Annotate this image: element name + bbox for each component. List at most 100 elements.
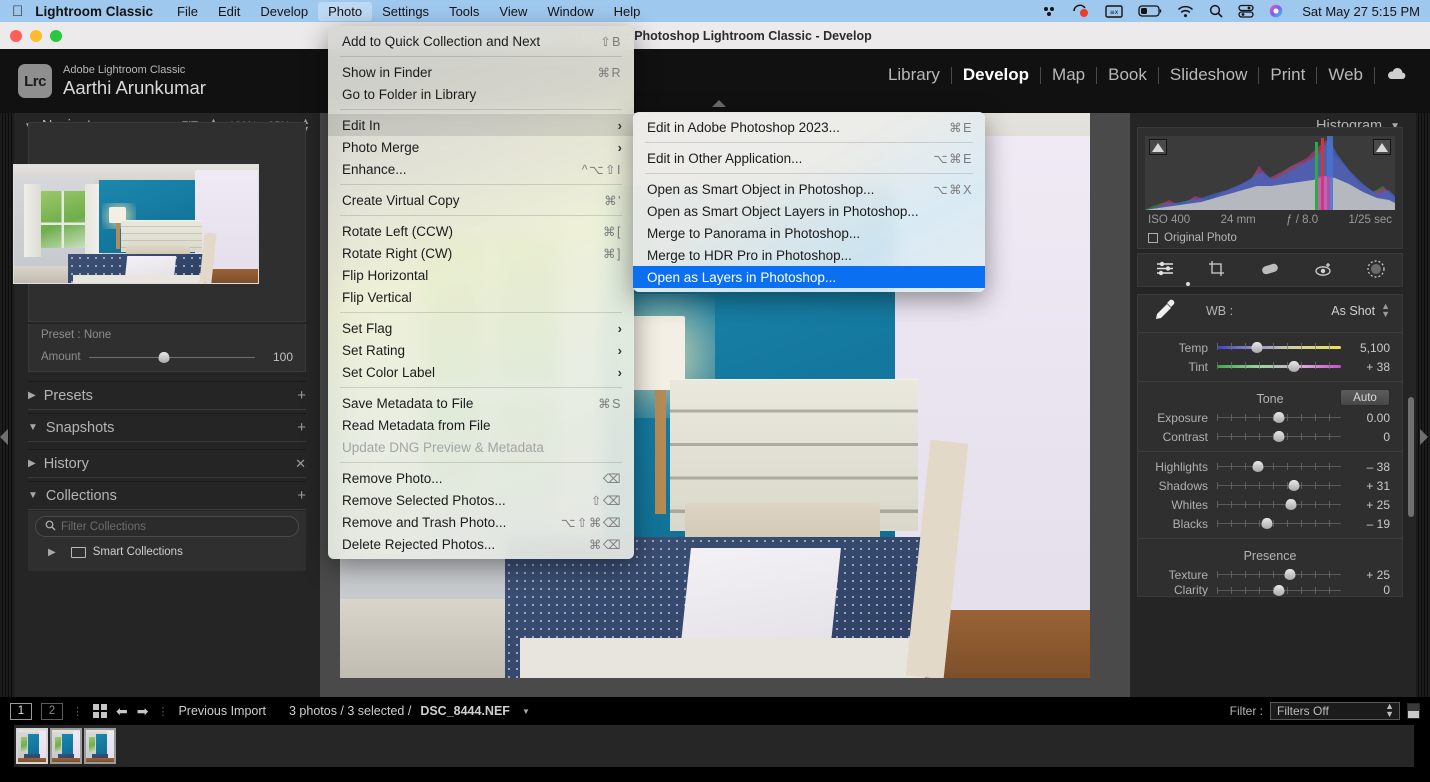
highlights-slider[interactable] [1217, 466, 1341, 467]
edit-in-item-merge-to-hdr-pro-in-photoshop[interactable]: Merge to HDR Pro in Photoshop... [633, 244, 985, 266]
module-web[interactable]: Web [1317, 65, 1374, 85]
right-panel-scrollbar[interactable] [1408, 397, 1414, 517]
photo-menu-item-set-color-label[interactable]: Set Color Label› [328, 361, 634, 383]
list-item[interactable] [50, 728, 82, 764]
sidebar-item-presets[interactable]: ▶ Presets + [28, 381, 306, 410]
highlights-slider-knob[interactable] [1252, 461, 1263, 472]
original-photo-row[interactable]: Original Photo [1138, 226, 1402, 250]
edit-in-item-merge-to-panorama-in-photoshop[interactable]: Merge to Panorama in Photoshop... [633, 222, 985, 244]
left-panel-edge[interactable] [0, 113, 14, 697]
tint-value[interactable]: + 38 [1350, 360, 1390, 374]
photo-menu-item-remove-and-trash-photo[interactable]: Remove and Trash Photo...⌥⇧⌘⌫ [328, 511, 634, 533]
contrast-slider-knob[interactable] [1274, 431, 1285, 442]
whites-slider[interactable] [1217, 504, 1341, 505]
texture-value[interactable]: + 25 [1350, 568, 1390, 582]
list-item[interactable] [84, 728, 116, 764]
module-library[interactable]: Library [877, 65, 951, 85]
texture-slider[interactable] [1217, 574, 1341, 575]
edit-in-item-open-as-smart-object-in-photoshop[interactable]: Open as Smart Object in Photoshop...⌥⌘X [633, 178, 985, 200]
chevron-right-icon[interactable]: ▶ [28, 390, 36, 401]
wifi-icon[interactable] [1177, 5, 1194, 18]
photo-menu-item-set-flag[interactable]: Set Flag› [328, 317, 634, 339]
photo-menu-item-add-to-quick-collection-and-next[interactable]: Add to Quick Collection and Next⇧B [328, 30, 634, 52]
exif-aperture[interactable]: ƒ / 8.0 [1286, 214, 1318, 226]
original-photo-checkbox[interactable] [1148, 233, 1158, 243]
exif-shutter-speed[interactable]: 1/25 sec [1349, 214, 1392, 226]
wb-stepper-icon[interactable]: ▲▼ [1381, 303, 1390, 318]
filter-enable-switch[interactable] [1407, 703, 1420, 719]
auto-tone-button[interactable]: Auto [1340, 389, 1390, 406]
right-panel-collapse-arrow[interactable] [1420, 429, 1428, 445]
module-print[interactable]: Print [1259, 65, 1316, 85]
list-item-smart-collections[interactable]: ▶ Smart Collections [28, 542, 306, 562]
chevron-down-icon[interactable]: ▼ [28, 490, 38, 501]
menu-settings[interactable]: Settings [372, 2, 439, 21]
eyedropper-icon[interactable] [1150, 297, 1176, 326]
search-icon[interactable] [1209, 4, 1223, 18]
arrow-left-icon[interactable]: ⬅ [116, 703, 128, 720]
chevron-down-icon[interactable]: ▼ [28, 422, 38, 433]
crop-icon[interactable] [1208, 260, 1227, 280]
screen-2-button[interactable]: 2 [41, 703, 63, 720]
texture-slider-knob[interactable] [1285, 569, 1296, 580]
tint-slider-knob[interactable] [1288, 361, 1299, 372]
basic-adjust-icon[interactable] [1155, 260, 1175, 280]
cloud-icon[interactable] [1375, 65, 1414, 85]
screen-1-button[interactable]: 1 [10, 703, 32, 720]
plus-icon[interactable]: + [297, 387, 306, 404]
chevron-down-icon[interactable]: ▼ [522, 707, 530, 716]
highlight-clipping-icon[interactable] [1373, 139, 1391, 155]
control-center-icon[interactable] [1238, 4, 1254, 18]
photo-menu-item-set-rating[interactable]: Set Rating› [328, 339, 634, 361]
top-panel-toggle[interactable] [712, 100, 726, 107]
active-app-name[interactable]: Lightroom Classic [35, 4, 153, 19]
menu-develop[interactable]: Develop [250, 2, 318, 21]
edit-in-item-edit-in-other-application[interactable]: Edit in Other Application...⌥⌘E [633, 147, 985, 169]
chevron-right-icon[interactable]: ▶ [28, 458, 36, 469]
menu-file[interactable]: File [167, 2, 208, 21]
photo-menu-item-save-metadata-to-file[interactable]: Save Metadata to File⌘S [328, 392, 634, 414]
siri-icon[interactable] [1269, 4, 1283, 18]
highlights-value[interactable]: – 38 [1350, 460, 1390, 474]
screen-record-icon[interactable] [1072, 4, 1090, 18]
photo-menu-item-remove-selected-photos[interactable]: Remove Selected Photos...⇧⌫ [328, 489, 634, 511]
photo-menu-item-rotate-right-cw[interactable]: Rotate Right (CW)⌘] [328, 242, 634, 264]
edit-in-item-open-as-smart-object-layers-in-photoshop[interactable]: Open as Smart Object Layers in Photoshop… [633, 200, 985, 222]
sidebar-item-history[interactable]: ▶ History ✕ [28, 449, 306, 478]
exposure-value[interactable]: 0.00 [1350, 411, 1390, 425]
filmstrip-filename[interactable]: DSC_8444.NEF [420, 704, 510, 718]
exposure-slider[interactable] [1217, 417, 1341, 418]
photo-menu-item-enhance[interactable]: Enhance...^⌥⇧I [328, 158, 634, 180]
edit-in-item-open-as-layers-in-photoshop[interactable]: Open as Layers in Photoshop... [633, 266, 985, 288]
module-book[interactable]: Book [1097, 65, 1158, 85]
temp-slider-knob[interactable] [1251, 342, 1262, 353]
menu-window[interactable]: Window [537, 2, 603, 21]
temp-slider[interactable] [1217, 346, 1341, 349]
filmstrip-source[interactable]: Previous Import [178, 704, 266, 718]
filmstrip-thumbnails[interactable] [14, 725, 1414, 767]
navigator-thumbnail[interactable] [13, 164, 259, 284]
clarity-slider-knob[interactable] [1274, 585, 1285, 596]
shadows-value[interactable]: + 31 [1350, 479, 1390, 493]
left-panel-collapse-arrow[interactable] [0, 429, 8, 445]
filter-stepper-icon[interactable]: ▲▼ [1385, 703, 1394, 718]
shadows-slider-knob[interactable] [1288, 480, 1299, 491]
histogram-graph[interactable] [1145, 136, 1395, 210]
exif-iso[interactable]: ISO 400 [1148, 214, 1190, 226]
photo-menu-item-flip-horizontal[interactable]: Flip Horizontal [328, 264, 634, 286]
clarity-value[interactable]: 0 [1350, 584, 1390, 596]
shadow-clipping-icon[interactable] [1149, 139, 1167, 155]
close-x-icon[interactable]: ✕ [295, 456, 306, 472]
whites-slider-knob[interactable] [1286, 499, 1297, 510]
plus-icon[interactable]: + [297, 487, 306, 504]
amount-slider[interactable] [89, 357, 255, 358]
menu-view[interactable]: View [489, 2, 537, 21]
wb-value[interactable]: As Shot [1331, 304, 1375, 318]
module-develop[interactable]: Develop [952, 65, 1040, 85]
display-icon[interactable]: ≡x [1105, 5, 1123, 18]
contrast-value[interactable]: 0 [1350, 430, 1390, 444]
chevron-right-icon[interactable]: ▶ [48, 547, 56, 558]
plus-icon[interactable]: + [297, 419, 306, 436]
amount-slider-knob[interactable] [158, 352, 169, 363]
shadows-slider[interactable] [1217, 485, 1341, 486]
